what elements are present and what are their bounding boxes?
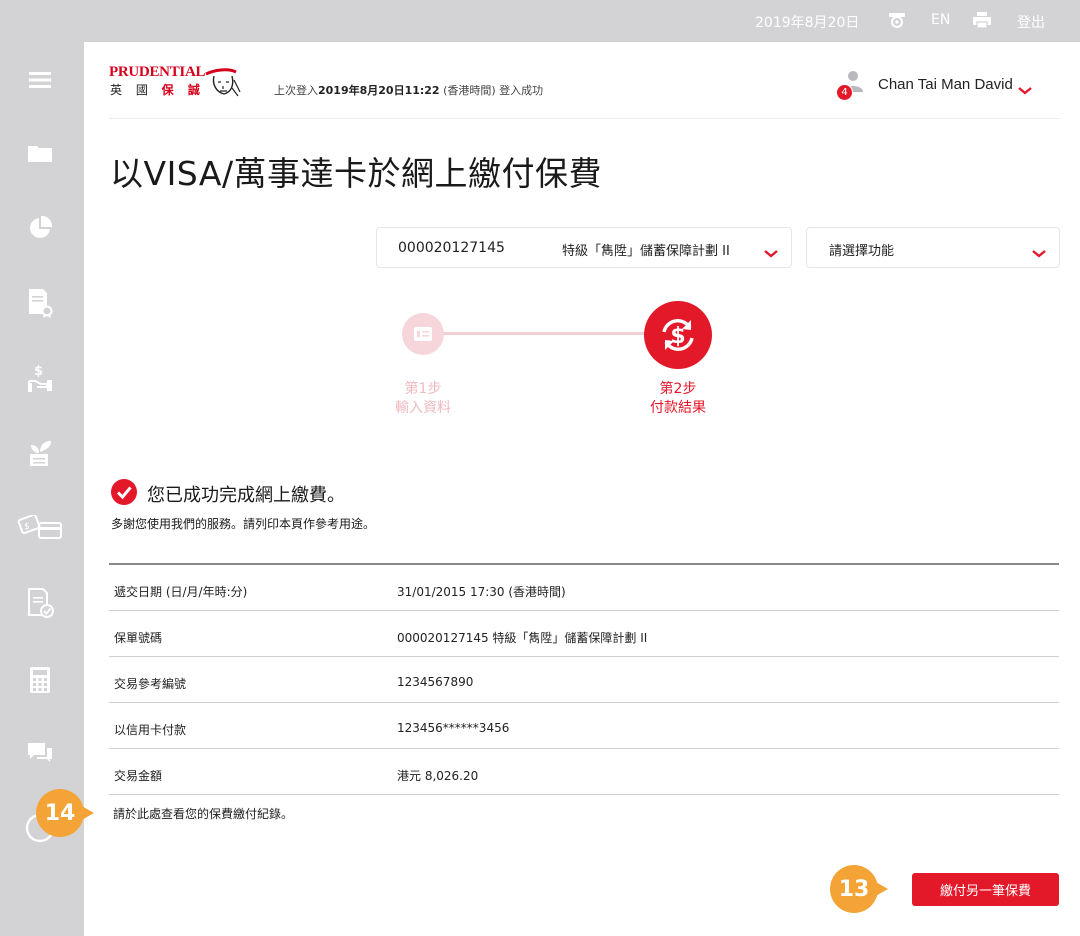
user-name[interactable]: Chan Tai Man David — [878, 76, 1013, 93]
pie-chart-icon[interactable] — [24, 212, 56, 244]
row-value: 123456******3456 — [397, 721, 510, 735]
table-row: 保單號碼 000020127145 特級「雋陞」儲蓄保障計劃 II — [109, 611, 1059, 657]
certificate-icon[interactable] — [24, 287, 56, 319]
main-panel: PRUDENTIAL 英 國 保 誠 上次登入2019年8月20日11:22 (… — [84, 42, 1080, 936]
step1-icon — [402, 313, 444, 355]
payment-result-icon: $ — [644, 301, 712, 369]
row-key: 保單號碼 — [114, 631, 163, 645]
policy-name: 特級「雋陞」儲蓄保障計劃 II — [562, 244, 730, 259]
row-value: 31/01/2015 17:30 (香港時間) — [397, 585, 566, 599]
step2-label: 第2步 付款結果 — [623, 380, 733, 418]
callout-number: 13 — [838, 876, 870, 902]
logo-brand: PRUDENTIAL — [109, 64, 206, 80]
current-date: 2019年8月20日 — [755, 15, 860, 31]
row-value: 港元 8,026.20 — [397, 769, 479, 783]
chat-icon[interactable] — [24, 737, 56, 769]
success-text: 您已成功完成網上繳費。 — [147, 485, 345, 506]
row-key: 交易參考編號 — [114, 677, 187, 691]
table-row: 交易參考編號 1234567890 — [109, 657, 1059, 703]
callout-number: 14 — [44, 800, 76, 826]
user-menu[interactable]: 4 Chan Tai Man David — [836, 70, 1058, 101]
table-row: 遞交日期 (日/月/年時:分) 31/01/2015 17:30 (香港時間) — [109, 565, 1059, 611]
table-row: 以信用卡付款 123456******3456 — [109, 703, 1059, 749]
step1-label: 第1步 輸入資料 — [368, 380, 478, 418]
menu-icon[interactable] — [24, 64, 56, 96]
svg-text:$: $ — [24, 522, 30, 532]
header-divider — [109, 118, 1060, 119]
page-title: 以VISA/萬事達卡於網上繳付保費 — [110, 154, 603, 193]
notification-badge[interactable]: 4 — [836, 84, 853, 101]
row-value: 000020127145 特級「雋陞」儲蓄保障計劃 II — [397, 631, 648, 645]
logo-cn-a: 英 國 — [110, 83, 153, 97]
prudence-head-icon — [204, 66, 242, 102]
hand-dollar-icon[interactable]: $ — [24, 362, 56, 394]
pay-another-premium-button[interactable]: 繳付另一筆保費 — [912, 873, 1059, 906]
check-circle-icon — [111, 479, 137, 509]
payment-history-link[interactable]: 請於此處查看您的保費繳付紀錄。 — [113, 805, 293, 822]
step1-name: 輸入資料 — [395, 400, 451, 416]
accessibility-icon[interactable] — [887, 10, 907, 34]
logo-cn-b: 保 誠 — [161, 83, 205, 97]
logo-chinese: 英 國 保 誠 — [110, 81, 205, 98]
print-icon[interactable] — [972, 11, 992, 33]
plant-icon[interactable] — [24, 437, 56, 469]
step1-title: 第1步 — [404, 381, 442, 397]
logout-link[interactable]: 登出 — [1017, 12, 1045, 32]
callout-badge: 14 — [36, 789, 94, 837]
function-select[interactable]: 請選擇功能 — [806, 227, 1060, 268]
policy-select[interactable]: 000020127145 特級「雋陞」儲蓄保障計劃 II — [376, 227, 792, 268]
table-row: 交易金額 港元 8,026.20 — [109, 749, 1059, 795]
document-check-icon[interactable] — [24, 587, 56, 619]
chevron-down-icon — [764, 243, 778, 262]
policy-number: 000020127145 — [398, 240, 505, 256]
folder-icon[interactable] — [24, 137, 56, 169]
step2-title: 第2步 — [659, 381, 697, 397]
calculator-icon[interactable] — [24, 664, 56, 696]
callout-badge: 13 — [830, 865, 888, 913]
last-login-datetime: 2019年8月20日11:22 — [318, 84, 440, 97]
last-login-prefix: 上次登入 — [274, 84, 318, 97]
step2-name: 付款結果 — [650, 400, 706, 416]
svg-text:$: $ — [670, 324, 685, 349]
svg-text:$: $ — [34, 364, 43, 379]
last-login-suffix: (香港時間) 登入成功 — [443, 84, 544, 97]
row-value: 1234567890 — [397, 675, 474, 689]
row-key: 遞交日期 (日/月/年時:分) — [114, 585, 248, 599]
prudential-logo[interactable]: PRUDENTIAL 英 國 保 誠 — [109, 64, 244, 100]
payment-card-icon[interactable]: $ — [16, 512, 64, 544]
row-key: 以信用卡付款 — [114, 723, 187, 737]
language-toggle[interactable]: EN — [931, 12, 950, 28]
last-login-info: 上次登入2019年8月20日11:22 (香港時間) 登入成功 — [274, 82, 543, 98]
stepper-line — [424, 332, 664, 335]
thanks-text: 多謝您使用我們的服務。請列印本頁作參考用途。 — [111, 517, 376, 531]
row-key: 交易金額 — [114, 769, 163, 783]
chevron-down-icon[interactable] — [1018, 80, 1032, 99]
chevron-down-icon — [1032, 243, 1046, 262]
function-placeholder: 請選擇功能 — [829, 244, 895, 259]
top-bar: 2019年8月20日 EN 登出 — [0, 0, 1080, 42]
transaction-details: 遞交日期 (日/月/年時:分) 31/01/2015 17:30 (香港時間) … — [109, 563, 1059, 795]
